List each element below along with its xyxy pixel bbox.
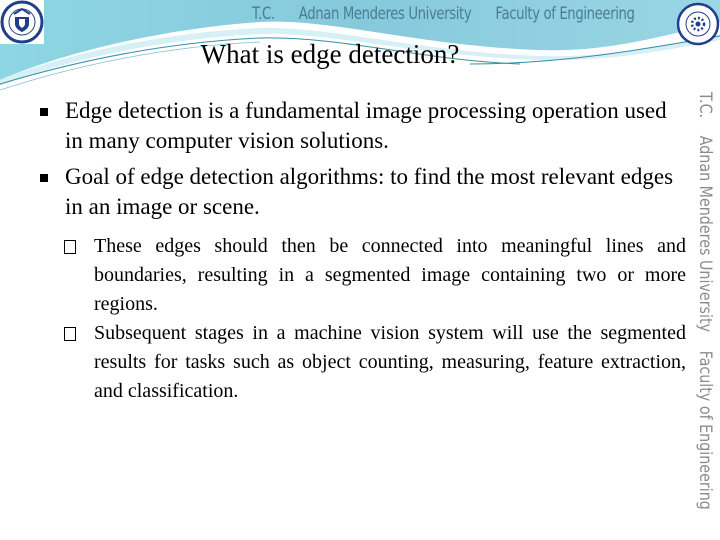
side-banner-item-faculty: Faculty of Engineering (695, 350, 715, 510)
sub-bullet-item: Subsequent stages in a machine vision sy… (56, 319, 686, 406)
faculty-seal-icon (676, 2, 720, 46)
box-bullet-icon (64, 327, 76, 341)
bullet-item: Edge detection is a fundamental image pr… (38, 96, 686, 156)
faculty-seal-logo (676, 2, 720, 46)
bullet-text: Goal of edge detection algorithms: to fi… (65, 164, 674, 219)
banner-item-faculty: Faculty of Engineering (495, 4, 635, 24)
side-banner-item-tc: T.C. (695, 92, 715, 119)
slide-title: What is edge detection? (200, 39, 460, 69)
banner-item-tc: T.C. (252, 4, 275, 24)
header-banner-text: T.C. Adnan Menderes University Faculty o… (252, 4, 655, 24)
bullet-text: Edge detection is a fundamental image pr… (65, 98, 667, 153)
bullet-item: Goal of edge detection algorithms: to fi… (38, 162, 686, 222)
sub-bullet-text: These edges should then be connected int… (94, 235, 686, 315)
slide-content: Edge detection is a fundamental image pr… (38, 96, 686, 406)
banner-item-university: Adnan Menderes University (298, 4, 472, 24)
box-bullet-icon (64, 240, 76, 254)
side-banner-text: T.C. Adnan Menderes University Faculty o… (695, 92, 715, 523)
sub-bullet-list: These edges should then be connected int… (56, 232, 686, 406)
sub-bullet-text: Subsequent stages in a machine vision sy… (94, 322, 686, 402)
square-bullet-icon (40, 174, 48, 182)
side-banner-item-university: Adnan Menderes University (695, 136, 715, 333)
sub-bullet-item: These edges should then be connected int… (56, 232, 686, 319)
square-bullet-icon (40, 108, 48, 116)
